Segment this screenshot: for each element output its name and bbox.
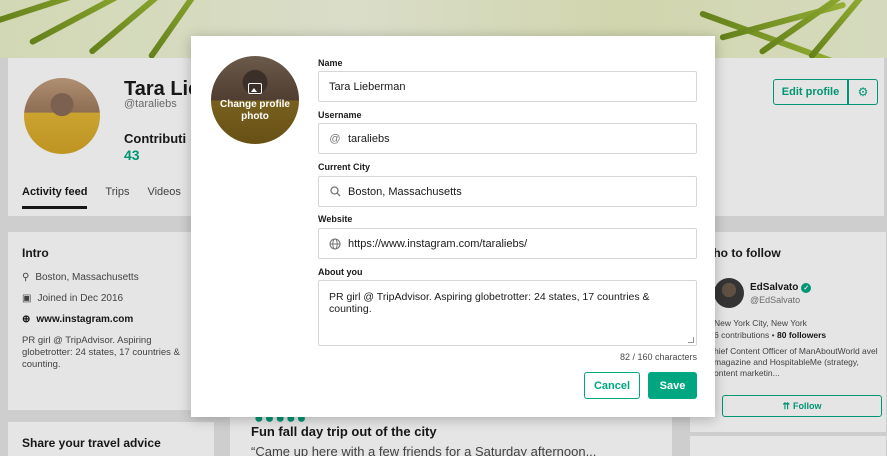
at-sign-icon: @: [329, 132, 341, 145]
search-icon: [329, 186, 341, 197]
website-field-value[interactable]: https://www.instagram.com/taraliebs/: [348, 238, 527, 250]
character-counter: 82 / 160 characters: [619, 352, 697, 362]
cancel-button[interactable]: Cancel: [584, 372, 640, 399]
username-field[interactable]: @ taraliebs: [318, 123, 697, 154]
website-field[interactable]: https://www.instagram.com/taraliebs/: [318, 228, 697, 259]
name-label: Name: [318, 58, 343, 68]
about-textarea-value[interactable]: PR girl @ TripAdvisor. Aspiring globetro…: [329, 291, 650, 315]
photo-icon: [248, 83, 262, 94]
about-label: About you: [318, 267, 363, 277]
save-button[interactable]: Save: [648, 372, 697, 399]
city-field-value[interactable]: Boston, Massachusetts: [348, 186, 462, 198]
city-label: Current City: [318, 162, 371, 172]
name-field[interactable]: Tara Lieberman: [318, 71, 697, 102]
username-label: Username: [318, 110, 362, 120]
city-field[interactable]: Boston, Massachusetts: [318, 176, 697, 207]
change-photo-button[interactable]: Change profile photo: [211, 56, 299, 144]
edit-profile-dialog: Change profile photo Name Tara Lieberman…: [191, 36, 715, 417]
username-field-value[interactable]: taraliebs: [348, 133, 390, 145]
resize-handle[interactable]: [688, 337, 694, 343]
globe-icon: [329, 237, 341, 250]
website-label: Website: [318, 214, 353, 224]
name-field-value[interactable]: Tara Lieberman: [329, 81, 405, 93]
about-textarea[interactable]: PR girl @ TripAdvisor. Aspiring globetro…: [318, 280, 697, 346]
change-photo-label: Change profile photo: [219, 99, 290, 122]
